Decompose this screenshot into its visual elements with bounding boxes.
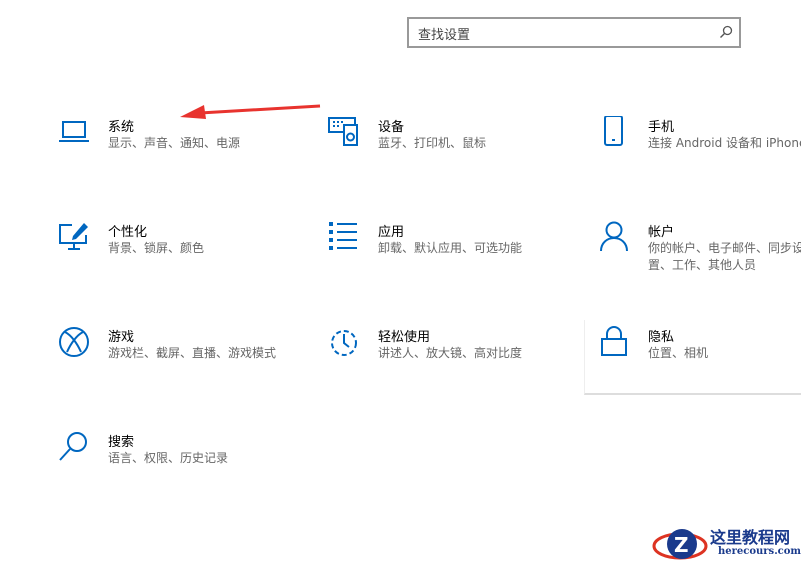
tile-title: 帐户 xyxy=(648,225,675,240)
phone-icon xyxy=(604,116,623,146)
tile-title: 游戏 xyxy=(108,330,135,345)
tile-title: 手机 xyxy=(648,120,675,135)
watermark-logo: Z 这里教程网 herecours.com xyxy=(652,522,801,566)
tile-subtitle-line2: 置、工作、其他人员 xyxy=(648,258,757,272)
tile-subtitle: 背景、锁屏、颜色 xyxy=(108,241,205,255)
tile-subtitle: 显示、声音、通知、电源 xyxy=(108,136,241,150)
watermark-z-icon: Z xyxy=(652,529,708,560)
tile-title: 设备 xyxy=(378,120,405,135)
tile-title: 个性化 xyxy=(108,225,148,240)
tile-phone[interactable]: 手机 连接 Android 设备和 iPhone xyxy=(598,116,801,186)
paint-monitor-icon xyxy=(59,223,88,250)
tile-title: 轻松使用 xyxy=(378,330,431,345)
tile-subtitle: 游戏栏、截屏、直播、游戏模式 xyxy=(108,346,277,360)
tile-title: 系统 xyxy=(108,120,135,135)
tile-devices[interactable]: 设备 蓝牙、打印机、鼠标 xyxy=(328,116,588,186)
watermark-name: 这里教程网 xyxy=(710,528,791,547)
svg-text:Z: Z xyxy=(674,533,689,557)
tile-title: 隐私 xyxy=(648,330,675,345)
apps-list-icon xyxy=(329,222,357,250)
laptop-icon xyxy=(59,121,89,142)
tile-system[interactable]: 系统 显示、声音、通知、电源 xyxy=(58,116,318,186)
tile-ease-of-access[interactable]: 轻松使用 讲述人、放大镜、高对比度 xyxy=(328,326,588,396)
lock-icon xyxy=(601,326,627,356)
tile-apps[interactable]: 应用 卸载、默认应用、可选功能 xyxy=(328,221,588,291)
tile-personalization[interactable]: 个性化 背景、锁屏、颜色 xyxy=(58,221,318,291)
watermark-url: herecours.com xyxy=(718,546,801,557)
search-icon xyxy=(720,25,733,38)
magnifier-icon xyxy=(59,432,87,461)
tile-subtitle: 卸载、默认应用、可选功能 xyxy=(378,241,523,255)
tile-title: 搜索 xyxy=(108,435,135,450)
person-icon xyxy=(600,221,628,252)
search-input[interactable]: 查找设置 xyxy=(407,17,741,48)
tile-gaming[interactable]: 游戏 游戏栏、截屏、直播、游戏模式 xyxy=(58,326,318,396)
tile-subtitle: 讲述人、放大镜、高对比度 xyxy=(378,346,523,360)
tile-privacy[interactable]: 隐私 位置、相机 xyxy=(598,326,801,396)
ease-of-access-icon xyxy=(331,330,357,356)
tile-subtitle: 蓝牙、打印机、鼠标 xyxy=(378,136,487,150)
xbox-icon xyxy=(59,327,89,357)
tile-subtitle: 连接 Android 设备和 iPhone xyxy=(648,136,801,150)
keyboard-speaker-icon xyxy=(328,117,358,146)
tile-subtitle: 你的帐户、电子邮件、同步设 置、工作、其他人员 xyxy=(648,240,801,274)
tile-subtitle-line1: 你的帐户、电子邮件、同步设 xyxy=(648,241,801,255)
tile-accounts[interactable]: 帐户 你的帐户、电子邮件、同步设 置、工作、其他人员 xyxy=(598,221,801,291)
tile-search[interactable]: 搜索 语言、权限、历史记录 xyxy=(58,431,318,501)
tile-subtitle: 位置、相机 xyxy=(648,346,709,360)
search-placeholder: 查找设置 xyxy=(418,28,471,43)
tile-title: 应用 xyxy=(378,225,405,240)
tile-subtitle: 语言、权限、历史记录 xyxy=(108,451,229,465)
